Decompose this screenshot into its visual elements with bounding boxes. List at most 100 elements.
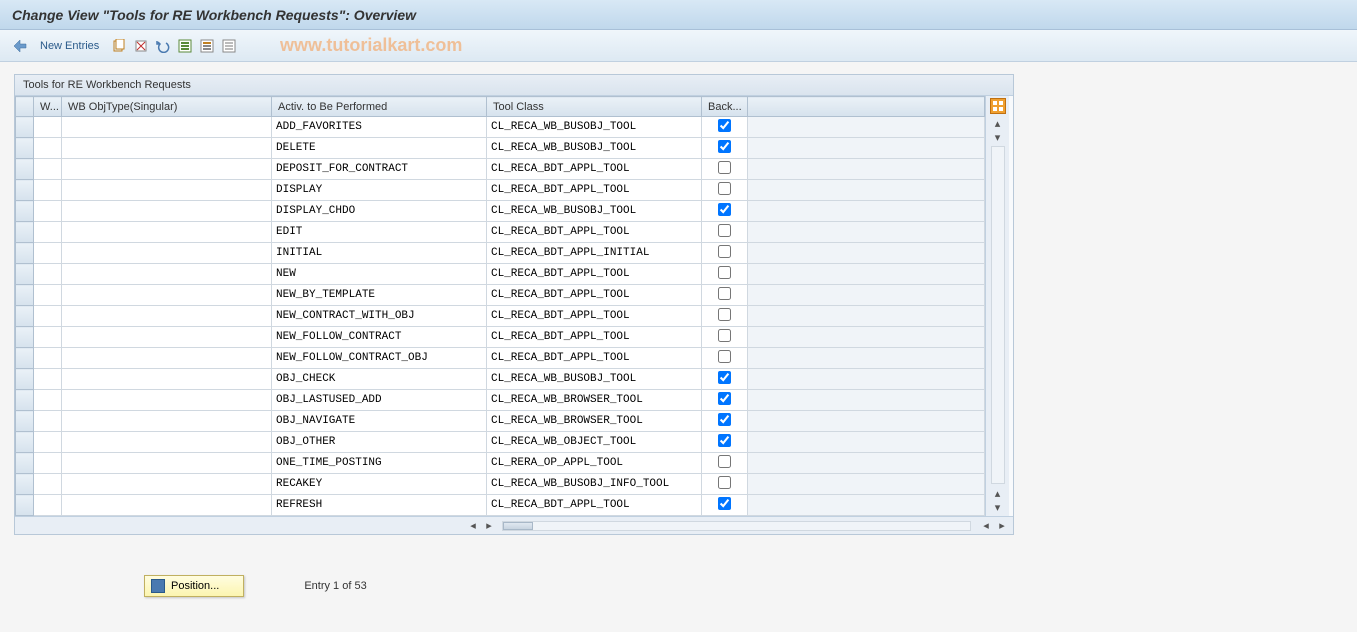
cell-objtype[interactable] [62, 180, 271, 200]
scroll-up-icon[interactable]: ▴ [991, 116, 1005, 130]
scroll-up2-icon[interactable]: ▴ [991, 486, 1005, 500]
cell-back-checkbox[interactable] [718, 161, 731, 174]
cell-back-checkbox[interactable] [718, 245, 731, 258]
cell-back-checkbox[interactable] [718, 371, 731, 384]
cell-toolclass[interactable] [487, 432, 701, 452]
cell-w[interactable] [34, 432, 61, 452]
cell-w[interactable] [34, 285, 61, 305]
scroll-down-icon[interactable]: ▾ [991, 130, 1005, 144]
cell-activity[interactable] [272, 369, 486, 389]
cell-activity[interactable] [272, 180, 486, 200]
cell-objtype[interactable] [62, 117, 271, 137]
col-header-rowselect[interactable] [16, 97, 34, 117]
cell-toolclass[interactable] [487, 495, 701, 515]
row-selector[interactable] [16, 306, 34, 327]
cell-w[interactable] [34, 474, 61, 494]
cell-activity[interactable] [272, 159, 486, 179]
cell-activity[interactable] [272, 138, 486, 158]
cell-toolclass[interactable] [487, 453, 701, 473]
deselect-all-icon[interactable] [221, 38, 237, 54]
cell-w[interactable] [34, 306, 61, 326]
undo-icon[interactable] [155, 38, 171, 54]
cell-activity[interactable] [272, 432, 486, 452]
cell-activity[interactable] [272, 453, 486, 473]
new-entries-button[interactable]: New Entries [34, 38, 105, 54]
row-selector[interactable] [16, 327, 34, 348]
cell-w[interactable] [34, 138, 61, 158]
cell-objtype[interactable] [62, 201, 271, 221]
cell-objtype[interactable] [62, 222, 271, 242]
cell-toolclass[interactable] [487, 180, 701, 200]
hscroll-left-icon[interactable]: ◂ [466, 519, 480, 533]
cell-w[interactable] [34, 348, 61, 368]
table-settings-icon[interactable] [990, 98, 1006, 114]
cell-w[interactable] [34, 369, 61, 389]
col-header-toolclass[interactable]: Tool Class [487, 97, 702, 117]
row-selector[interactable] [16, 495, 34, 516]
cell-objtype[interactable] [62, 138, 271, 158]
hscroll-left2-icon[interactable]: ◂ [979, 519, 993, 533]
cell-w[interactable] [34, 327, 61, 347]
cell-activity[interactable] [272, 495, 486, 515]
cell-objtype[interactable] [62, 243, 271, 263]
cell-activity[interactable] [272, 117, 486, 137]
cell-objtype[interactable] [62, 432, 271, 452]
cell-activity[interactable] [272, 348, 486, 368]
row-selector[interactable] [16, 390, 34, 411]
cell-activity[interactable] [272, 411, 486, 431]
cell-toolclass[interactable] [487, 285, 701, 305]
cell-back-checkbox[interactable] [718, 413, 731, 426]
cell-w[interactable] [34, 222, 61, 242]
cell-back-checkbox[interactable] [718, 182, 731, 195]
cell-objtype[interactable] [62, 369, 271, 389]
cell-w[interactable] [34, 264, 61, 284]
cell-w[interactable] [34, 495, 61, 515]
cell-back-checkbox[interactable] [718, 287, 731, 300]
cell-w[interactable] [34, 117, 61, 137]
cell-objtype[interactable] [62, 474, 271, 494]
cell-activity[interactable] [272, 390, 486, 410]
cell-activity[interactable] [272, 306, 486, 326]
cell-objtype[interactable] [62, 327, 271, 347]
cell-activity[interactable] [272, 222, 486, 242]
cell-w[interactable] [34, 243, 61, 263]
scroll-track[interactable] [991, 146, 1005, 484]
cell-w[interactable] [34, 201, 61, 221]
row-selector[interactable] [16, 264, 34, 285]
cell-activity[interactable] [272, 201, 486, 221]
cell-back-checkbox[interactable] [718, 476, 731, 489]
cell-objtype[interactable] [62, 264, 271, 284]
hscroll-right-icon[interactable]: ▸ [482, 519, 496, 533]
cell-back-checkbox[interactable] [718, 497, 731, 510]
cell-activity[interactable] [272, 285, 486, 305]
scroll-down2-icon[interactable]: ▾ [991, 500, 1005, 514]
cell-activity[interactable] [272, 327, 486, 347]
cell-back-checkbox[interactable] [718, 203, 731, 216]
cell-objtype[interactable] [62, 390, 271, 410]
cell-toolclass[interactable] [487, 306, 701, 326]
col-header-w[interactable]: W... [34, 97, 62, 117]
cell-back-checkbox[interactable] [718, 434, 731, 447]
cell-toolclass[interactable] [487, 411, 701, 431]
row-selector[interactable] [16, 159, 34, 180]
row-selector[interactable] [16, 453, 34, 474]
cell-back-checkbox[interactable] [718, 119, 731, 132]
hscroll-thumb[interactable] [503, 522, 533, 530]
cell-toolclass[interactable] [487, 348, 701, 368]
cell-back-checkbox[interactable] [718, 350, 731, 363]
cell-activity[interactable] [272, 243, 486, 263]
cell-toolclass[interactable] [487, 264, 701, 284]
row-selector[interactable] [16, 474, 34, 495]
row-selector[interactable] [16, 411, 34, 432]
row-selector[interactable] [16, 117, 34, 138]
position-button[interactable]: Position... [144, 575, 244, 597]
cell-w[interactable] [34, 390, 61, 410]
cell-toolclass[interactable] [487, 390, 701, 410]
row-selector[interactable] [16, 369, 34, 390]
row-selector[interactable] [16, 243, 34, 264]
select-block-icon[interactable] [199, 38, 215, 54]
row-selector[interactable] [16, 201, 34, 222]
row-selector[interactable] [16, 285, 34, 306]
row-selector[interactable] [16, 222, 34, 243]
cell-back-checkbox[interactable] [718, 266, 731, 279]
